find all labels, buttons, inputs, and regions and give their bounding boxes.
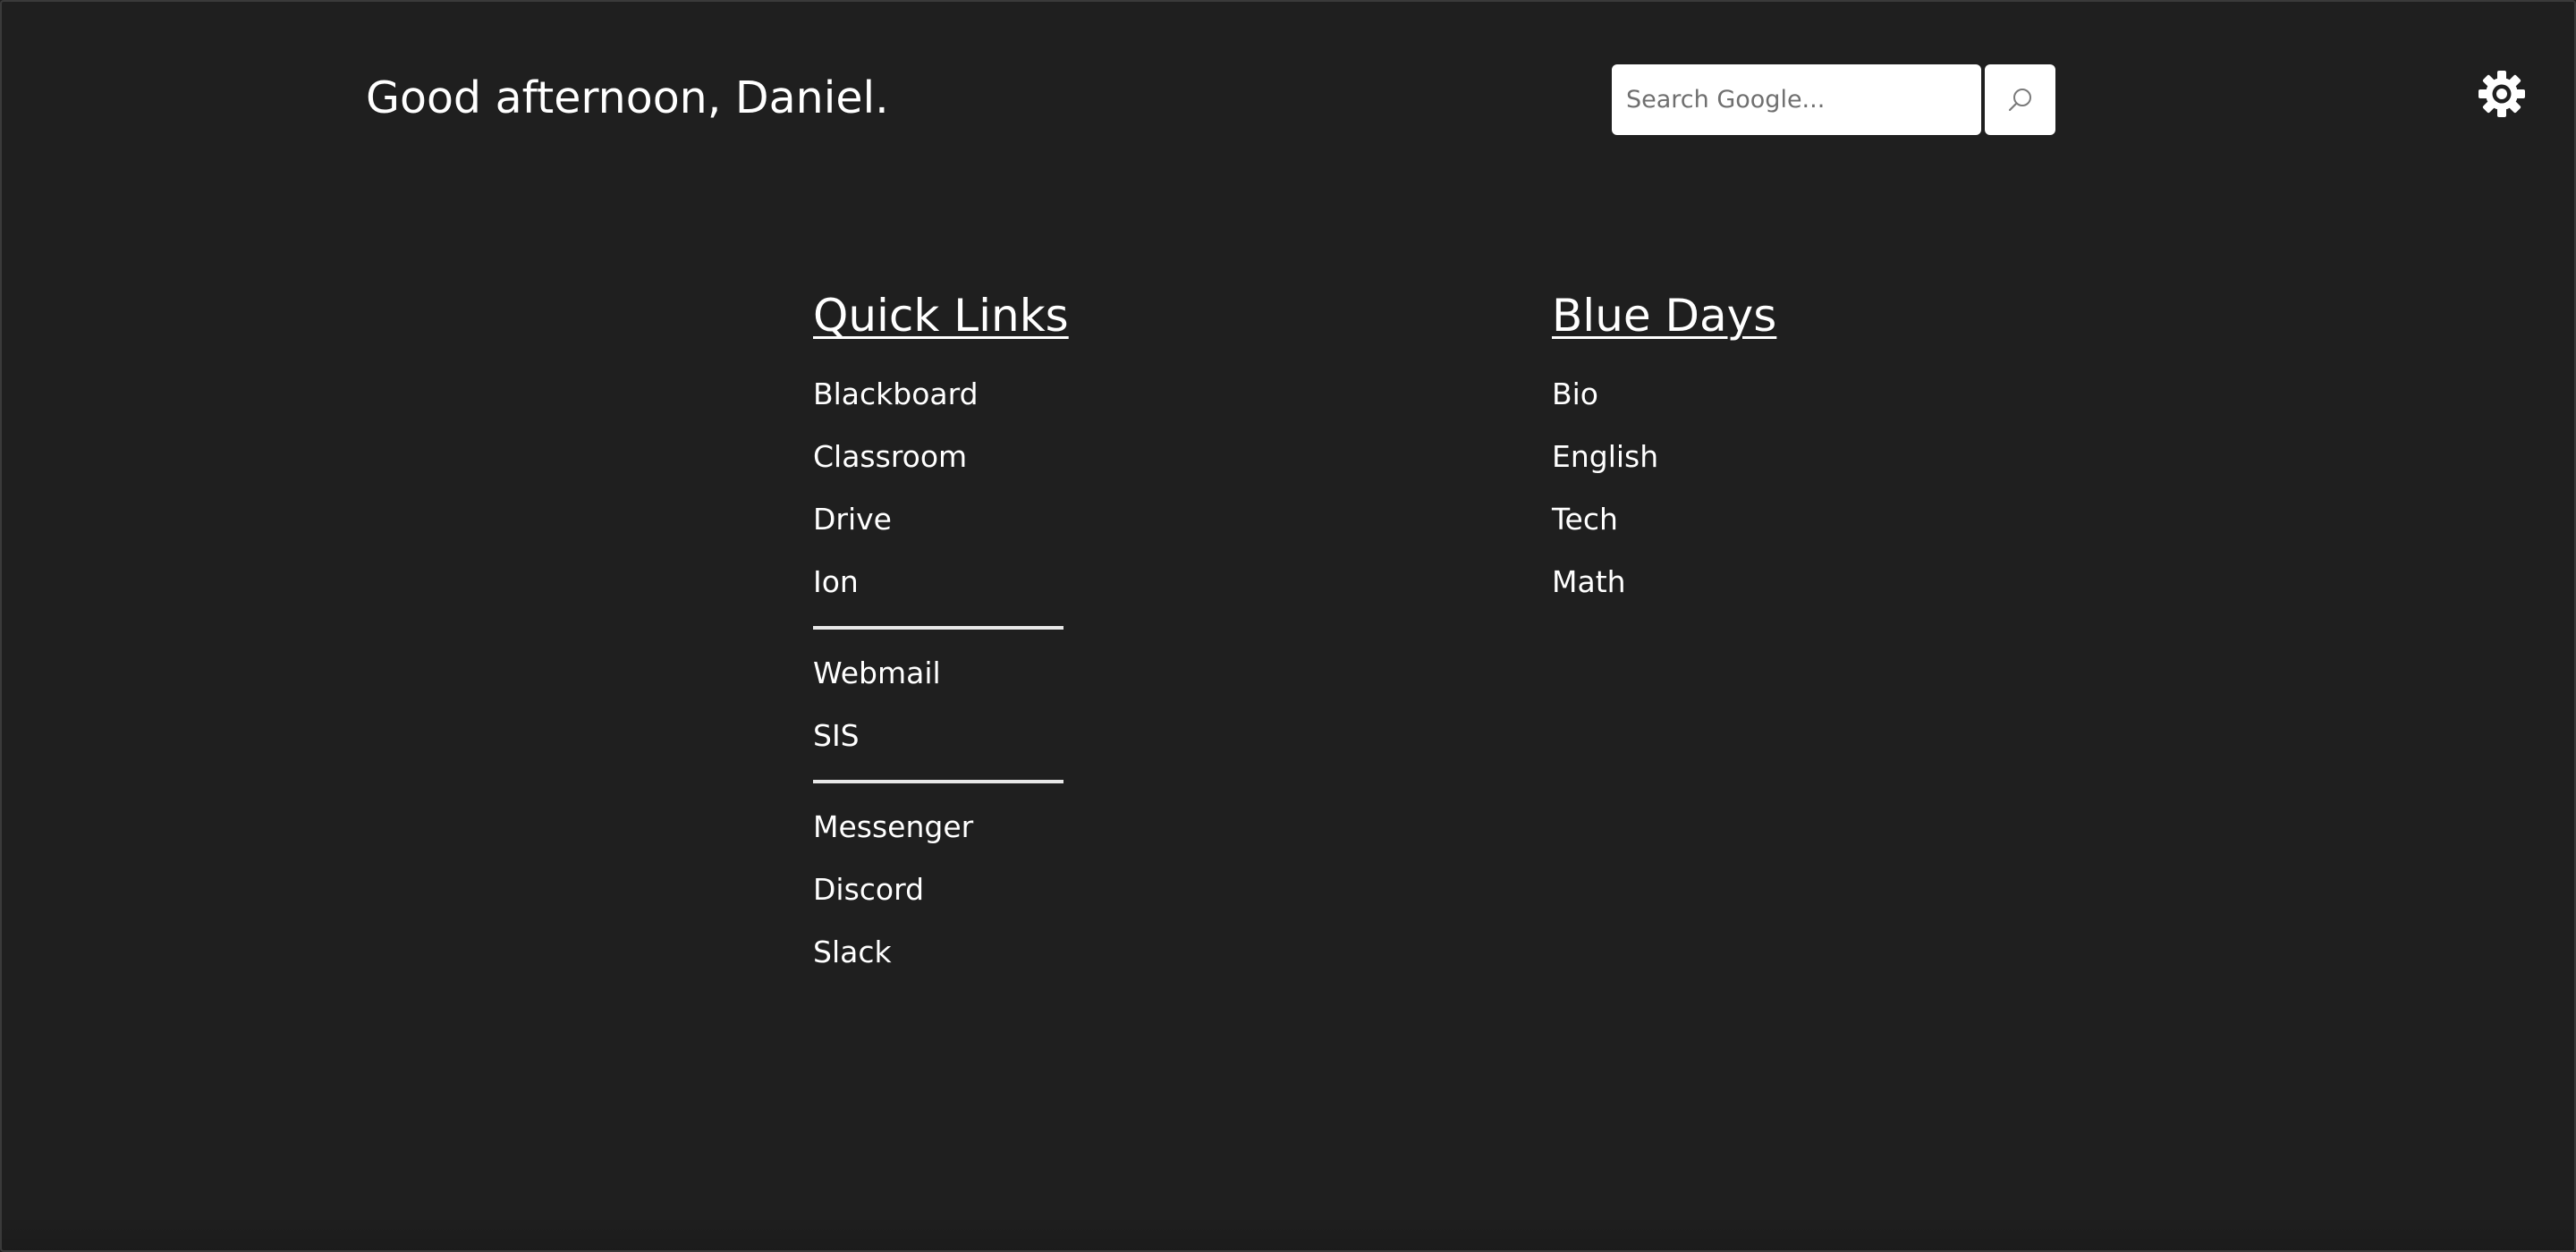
divider <box>813 626 1063 630</box>
divider <box>813 780 1063 783</box>
blue-days-section: Blue Days Bio English Tech Math <box>1552 286 1776 613</box>
link-webmail[interactable]: Webmail <box>813 642 1069 705</box>
page-frame: Good afternoon, Daniel. Search Google...… <box>0 0 2576 1252</box>
blue-days-list: Bio English Tech Math <box>1552 363 1776 613</box>
link-bio[interactable]: Bio <box>1552 363 1776 426</box>
link-drive[interactable]: Drive <box>813 488 1069 551</box>
link-math[interactable]: Math <box>1552 551 1776 613</box>
search-icon <box>2005 85 2036 115</box>
settings-button[interactable] <box>2477 69 2527 119</box>
link-discord[interactable]: Discord <box>813 859 1069 921</box>
link-sis[interactable]: SIS <box>813 705 1069 767</box>
link-slack[interactable]: Slack <box>813 921 1069 984</box>
blue-days-title: Blue Days <box>1552 290 1777 342</box>
link-tech[interactable]: Tech <box>1552 488 1776 551</box>
link-ion[interactable]: Ion <box>813 551 1069 613</box>
bottom-shade <box>2 1214 2574 1250</box>
link-blackboard[interactable]: Blackboard <box>813 363 1069 426</box>
quick-links-title: Quick Links <box>813 290 1069 342</box>
gear-icon <box>2478 70 2526 118</box>
greeting-heading: Good afternoon, Daniel. <box>366 72 889 123</box>
link-classroom[interactable]: Classroom <box>813 426 1069 488</box>
search-button[interactable] <box>1985 64 2055 135</box>
quick-links-section: Quick Links Blackboard Classroom Drive I… <box>813 286 1069 984</box>
quick-links-list: Blackboard Classroom Drive Ion Webmail S… <box>813 363 1069 984</box>
link-messenger[interactable]: Messenger <box>813 796 1069 859</box>
search-input[interactable] <box>1612 64 1981 135</box>
link-english[interactable]: English <box>1552 426 1776 488</box>
